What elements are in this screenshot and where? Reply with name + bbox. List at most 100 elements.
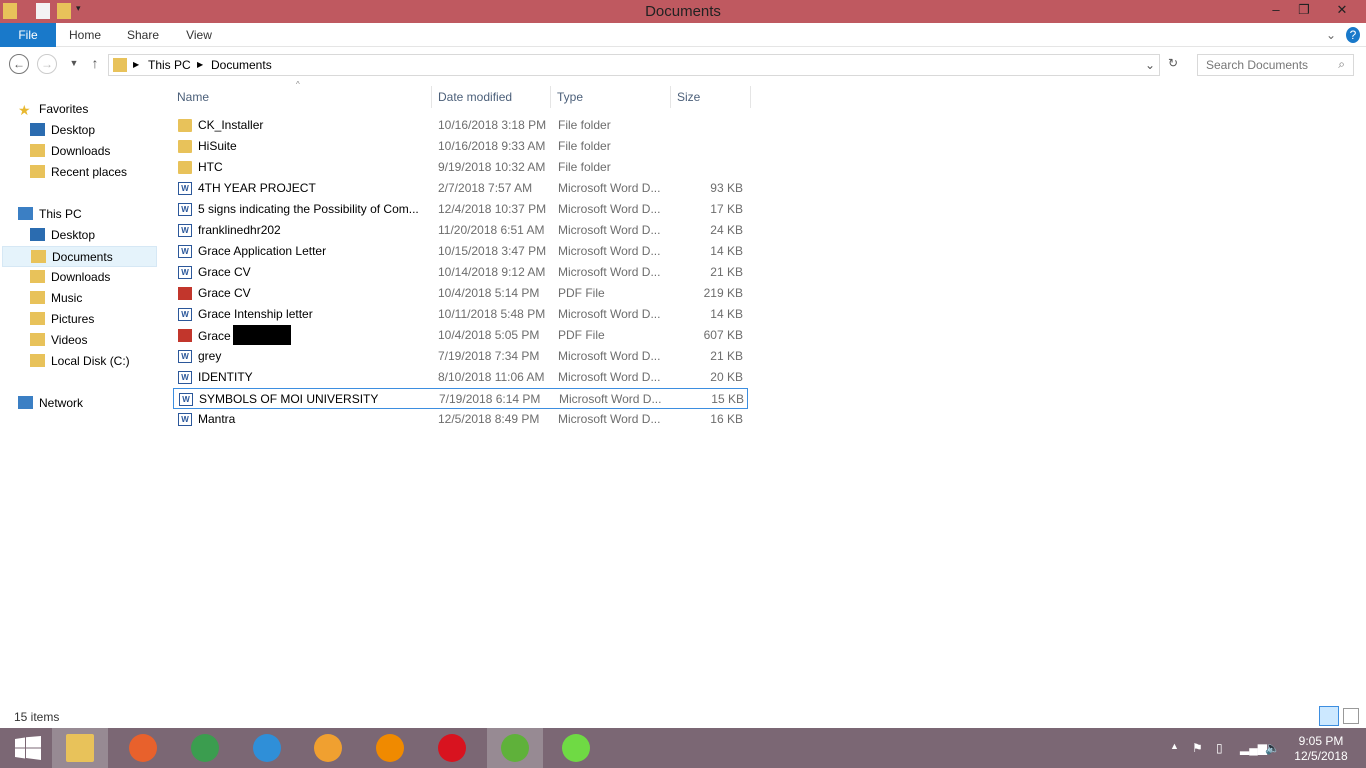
search-input[interactable]: Search Documents ⌕: [1197, 54, 1354, 76]
refresh-button[interactable]: ↻: [1163, 54, 1183, 74]
chrome-icon: [191, 734, 219, 762]
chevron-right-icon: ▶: [197, 60, 204, 69]
taskbar-opera[interactable]: [424, 728, 480, 768]
column-header-date[interactable]: Date modified: [432, 86, 551, 108]
tab-file[interactable]: File: [0, 23, 56, 47]
file-row[interactable]: Grace 10/4/2018 5:05 PM PDF File 607 KB: [173, 325, 748, 346]
file-name-text: Grace CV: [198, 286, 251, 300]
back-button[interactable]: ←: [9, 54, 29, 74]
file-type-text: File folder: [558, 139, 611, 153]
taskbar-chrome[interactable]: [177, 728, 233, 768]
file-row[interactable]: HTC 9/19/2018 10:32 AM File folder: [173, 157, 748, 178]
expand-ribbon-icon[interactable]: ⌄: [1324, 23, 1338, 47]
sidebar-item-label: Downloads: [51, 270, 111, 284]
file-type: Microsoft Word D...: [558, 262, 663, 283]
minimize-button[interactable]: –: [1262, 0, 1290, 20]
battery-icon[interactable]: ▯: [1216, 741, 1223, 755]
start-button[interactable]: [0, 728, 56, 768]
file-row[interactable]: W Grace CV 10/14/2018 9:12 AM Microsoft Wor…: [173, 262, 748, 283]
address-dropdown-icon[interactable]: ⌄: [1145, 58, 1155, 72]
file-name: Grace: [198, 325, 428, 347]
file-name: IDENTITY: [198, 367, 428, 388]
utorrent-icon: [501, 734, 529, 762]
file-size-text: 14 KB: [710, 307, 743, 321]
sidebar-item[interactable]: Downloads: [30, 141, 110, 162]
tab-home[interactable]: Home: [62, 23, 108, 47]
network-signal-icon[interactable]: ▂▄▆: [1240, 741, 1267, 755]
up-button[interactable]: ↑: [85, 54, 105, 74]
folder-icon: [30, 165, 45, 178]
breadcrumb-documents[interactable]: Documents: [211, 58, 272, 72]
file-row[interactable]: Grace CV 10/4/2018 5:14 PM PDF File 219 KB: [173, 283, 748, 304]
file-name: Grace Application Letter: [198, 241, 428, 262]
action-center-icon[interactable]: ⚑: [1192, 741, 1203, 755]
file-type: PDF File: [558, 283, 663, 304]
file-size-text: 16 KB: [710, 412, 743, 426]
sidebar-item[interactable]: Recent places: [30, 162, 127, 183]
taskbar-firefox[interactable]: [115, 728, 171, 768]
file-size: 14 KB: [663, 241, 743, 262]
maximize-button[interactable]: ❐: [1290, 0, 1318, 20]
help-icon[interactable]: ?: [1346, 27, 1360, 43]
sidebar-item[interactable]: Documents: [2, 246, 157, 267]
file-row[interactable]: W Grace Intenship letter 10/11/2018 5:48 P…: [173, 304, 748, 325]
file-row[interactable]: W IDENTITY 8/10/2018 11:06 AM Microsoft Wor…: [173, 367, 748, 388]
file-type: Microsoft Word D...: [559, 389, 664, 410]
file-date-text: 12/4/2018 10:37 PM: [438, 202, 547, 216]
sidebar-item[interactable]: Desktop: [30, 120, 95, 141]
file-name-text: SYMBOLS OF MOI UNIVERSITY: [199, 392, 379, 406]
taskbar-upwork[interactable]: [548, 728, 604, 768]
file-name-text: franklinedhr202: [198, 223, 281, 237]
close-button[interactable]: ✕: [1325, 0, 1359, 20]
show-hidden-icons-button[interactable]: ▲: [1170, 741, 1179, 751]
file-name-text: HiSuite: [198, 139, 237, 153]
large-icons-view-button[interactable]: [1343, 708, 1359, 724]
sidebar-item[interactable]: Downloads: [30, 267, 110, 288]
sidebar-item[interactable]: Videos: [30, 330, 87, 351]
recent-locations-icon[interactable]: ▼: [64, 54, 84, 74]
clock[interactable]: 9:05 PM 12/5/2018: [1290, 734, 1352, 764]
file-type-text: File folder: [558, 160, 611, 174]
file-row[interactable]: CK_Installer 10/16/2018 3:18 PM File folde…: [173, 115, 748, 136]
address-bar[interactable]: ▶ This PC ▶ Documents ⌄: [108, 54, 1160, 76]
taskbar-file-explorer[interactable]: [52, 728, 108, 768]
file-type: Microsoft Word D...: [558, 220, 663, 241]
tab-share[interactable]: Share: [120, 23, 166, 47]
file-row[interactable]: W Mantra 12/5/2018 8:49 PM Microsoft Word D…: [173, 409, 748, 430]
details-view-button[interactable]: [1319, 706, 1339, 726]
file-row[interactable]: W Grace Application Letter 10/15/2018 3:47…: [173, 241, 748, 262]
sidebar-item[interactable]: Music: [30, 288, 82, 309]
file-type: File folder: [558, 157, 663, 178]
column-header-name[interactable]: Name: [171, 86, 432, 108]
sidebar-item[interactable]: ★ Favorites: [18, 99, 88, 120]
sidebar-item[interactable]: Desktop: [30, 225, 95, 246]
file-row[interactable]: Wfranklinedhr202 11/20/2018 6:51 AM Micros…: [173, 220, 748, 241]
taskbar-media-player[interactable]: [300, 728, 356, 768]
file-size: 20 KB: [663, 367, 743, 388]
taskbar-utorrent[interactable]: [487, 728, 543, 768]
column-header-size[interactable]: Size: [671, 86, 751, 108]
file-row[interactable]: Wgrey 7/19/2018 7:34 PM Microsoft Word D..…: [173, 346, 748, 367]
column-header-type[interactable]: Type: [551, 86, 671, 108]
file-date-text: 12/5/2018 8:49 PM: [438, 412, 540, 426]
taskbar-vlc[interactable]: [362, 728, 418, 768]
file-row[interactable]: W 4TH YEAR PROJECT 2/7/2018 7:57 AM Microso…: [173, 178, 748, 199]
file-row[interactable]: W 5 signs indicating the Possibility of C…: [173, 199, 748, 220]
upwork-icon: [562, 734, 590, 762]
sidebar-item[interactable]: Network: [18, 393, 83, 414]
file-row[interactable]: W SYMBOLS OF MOI UNIVERSITY 7/19/2018 6:14…: [173, 388, 748, 409]
sidebar-item[interactable]: Pictures: [30, 309, 94, 330]
file-date: 10/15/2018 3:47 PM: [438, 241, 553, 262]
file-name: franklinedhr202: [198, 220, 428, 241]
taskbar-internet-explorer[interactable]: [239, 728, 295, 768]
forward-button[interactable]: →: [37, 54, 57, 74]
file-date-text: 10/16/2018 9:33 AM: [438, 139, 546, 153]
file-row[interactable]: HiSuite 10/16/2018 9:33 AM File folder: [173, 136, 748, 157]
sidebar-item[interactable]: Local Disk (C:): [30, 351, 130, 372]
tab-view[interactable]: View: [176, 23, 222, 47]
file-type-text: Microsoft Word D...: [559, 392, 662, 406]
volume-icon[interactable]: 🔈: [1265, 741, 1280, 755]
breadcrumb-this-pc[interactable]: This PC: [148, 58, 191, 72]
file-name: SYMBOLS OF MOI UNIVERSITY: [199, 389, 429, 410]
sidebar-item[interactable]: This PC: [18, 204, 82, 225]
